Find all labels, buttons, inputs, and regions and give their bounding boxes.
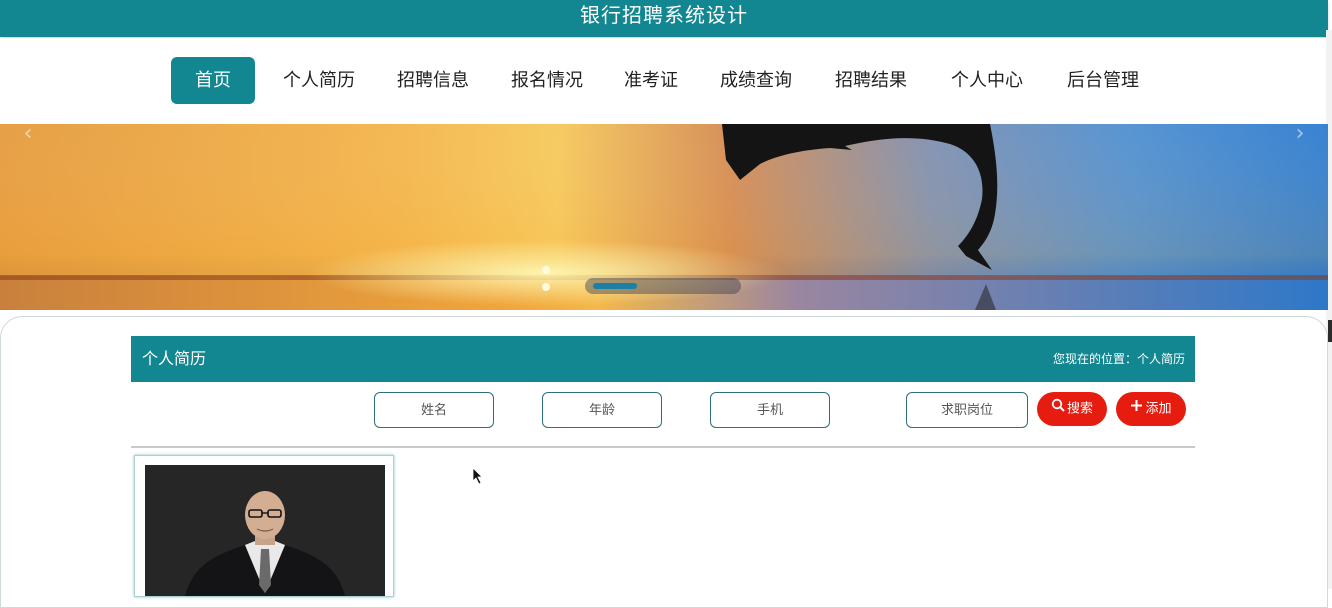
banner-dot[interactable] (689, 283, 733, 289)
nav-item-home[interactable]: 首页 (171, 57, 255, 104)
banner-dot[interactable] (641, 283, 685, 289)
breadcrumb: 您现在的位置：个人简历 (1053, 336, 1185, 382)
phone-search-input[interactable] (710, 392, 830, 428)
search-icon (1051, 392, 1065, 426)
banner-pagination (585, 278, 741, 294)
nav-item-resume[interactable]: 个人简历 (276, 57, 362, 104)
position-search-input[interactable] (906, 392, 1028, 428)
add-button[interactable]: 添加 (1116, 392, 1186, 426)
nav-item-results[interactable]: 招聘结果 (828, 57, 914, 104)
nav-item-admin[interactable]: 后台管理 (1060, 57, 1146, 104)
divider (131, 446, 1195, 448)
app-title: 银行招聘系统设计 (580, 3, 748, 27)
nav-item-scores[interactable]: 成绩查询 (713, 57, 799, 104)
person-photo (145, 465, 385, 596)
search-button-label: 搜索 (1066, 401, 1093, 417)
plus-icon (1130, 392, 1143, 426)
breadcrumb-current[interactable]: 个人简历 (1137, 352, 1185, 366)
banner-next-button[interactable]: › (1280, 124, 1320, 148)
nav-item-personal-center[interactable]: 个人中心 (944, 57, 1030, 104)
resume-card[interactable] (134, 455, 394, 597)
chevron-left-icon: ‹ (23, 124, 33, 146)
banner-prev-button[interactable]: ‹ (8, 124, 48, 148)
name-search-input[interactable] (374, 392, 494, 428)
resume-photo[interactable] (145, 465, 385, 596)
age-search-input[interactable] (542, 392, 662, 428)
mouse-cursor-icon (472, 467, 483, 485)
nav-item-jobs[interactable]: 招聘信息 (390, 57, 476, 104)
breadcrumb-prefix: 您现在的位置： (1052, 352, 1137, 366)
nav-item-admission-ticket[interactable]: 准考证 (618, 57, 684, 104)
banner-dot-active[interactable] (593, 283, 637, 289)
search-button[interactable]: 搜索 (1037, 392, 1107, 426)
add-button-label: 添加 (1145, 401, 1172, 417)
chevron-right-icon: › (1295, 124, 1305, 146)
section-header: 个人简历 您现在的位置：个人简历 (131, 336, 1195, 382)
main-nav: 首页 个人简历 招聘信息 报名情况 准考证 成绩查询 招聘结果 个人中心 后台管… (0, 38, 1326, 124)
section-title: 个人简历 (142, 349, 207, 368)
banner-carousel[interactable]: ‹ › (0, 124, 1328, 310)
page-scrollbar-thumb[interactable] (1328, 320, 1332, 342)
app-title-bar: 银行招聘系统设计 (0, 0, 1328, 37)
nav-item-applications[interactable]: 报名情况 (504, 57, 590, 104)
